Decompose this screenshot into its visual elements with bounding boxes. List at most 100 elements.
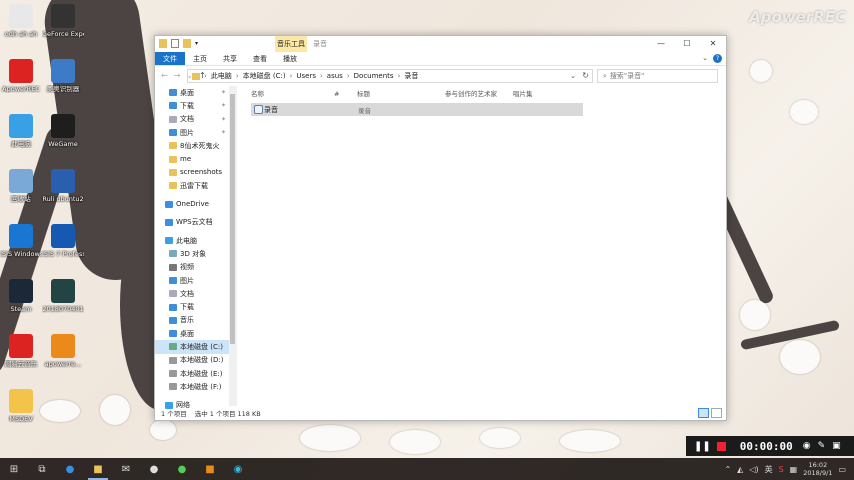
desktop-icon[interactable]: GeForce Experience [42, 4, 84, 38]
sidebar-item[interactable]: 视频 [155, 261, 236, 274]
desktop-icon[interactable]: Steam [0, 279, 42, 313]
sidebar-item[interactable]: 下载 ✦ [155, 99, 236, 112]
desktop-icon[interactable]: ISIS 7 Professional [42, 224, 84, 258]
toolbox-icon[interactable]: ▣ [832, 441, 841, 451]
sidebar-item[interactable]: 本地磁盘 (E:) [155, 367, 236, 380]
column-name[interactable]: 名称 [251, 88, 264, 100]
sidebar-item[interactable]: 音乐 [155, 314, 236, 327]
title-bar[interactable]: ▾ 音乐工具 录音 — ☐ ✕ [155, 36, 726, 52]
sidebar-item[interactable]: 文档 [155, 287, 236, 300]
network-tool-icon[interactable]: ◉ [224, 458, 252, 480]
desktop-icon[interactable]: 奥奥识别器 [42, 59, 84, 93]
column-album[interactable]: 唱片集 [513, 88, 533, 100]
sogou-icon[interactable]: S [779, 465, 784, 474]
column-number[interactable]: # [334, 88, 339, 100]
forward-arrow-icon[interactable]: → [174, 71, 181, 80]
app-icon [51, 224, 75, 248]
search-input[interactable]: ⌕ 搜索"录音" [597, 69, 718, 83]
breadcrumb-recordings[interactable]: 录音 [404, 71, 418, 81]
close-button[interactable]: ✕ [700, 36, 726, 52]
desktop-icon[interactable]: WeGame [42, 114, 84, 148]
large-icons-view-button[interactable] [711, 408, 722, 418]
desktop-icon[interactable]: 此电脑 [0, 114, 42, 148]
tab-view[interactable]: 查看 [245, 52, 275, 65]
breadcrumb-asus[interactable]: asus [327, 72, 343, 80]
volume-icon[interactable]: ◁) [749, 465, 758, 474]
breadcrumb-documents[interactable]: Documents [354, 72, 394, 80]
properties-icon[interactable] [171, 39, 179, 48]
sidebar-item[interactable]: 迅雷下载 [155, 179, 236, 192]
breadcrumb-this-pc[interactable]: 此电脑 [211, 71, 232, 81]
tab-file[interactable]: 文件 [155, 52, 185, 65]
sidebar-item[interactable]: 图片 ✦ [155, 126, 236, 139]
back-arrow-icon[interactable]: ← [161, 71, 168, 80]
desktop-icon[interactable]: Ruli ubuntu2 [42, 169, 84, 203]
sidebar-item[interactable]: 本地磁盘 (C:) [155, 340, 236, 354]
wechat-icon[interactable]: ● [168, 458, 196, 480]
tab-home[interactable]: 主页 [185, 52, 215, 65]
expand-ribbon-icon[interactable]: ⌄ [702, 54, 708, 63]
sidebar-item[interactable]: WPS云文档 [155, 216, 236, 229]
network-icon[interactable]: ◭ [737, 465, 743, 474]
task-view-icon[interactable]: ⧉ [28, 458, 56, 480]
maximize-button[interactable]: ☐ [674, 36, 700, 52]
edit-icon[interactable]: ✎ [818, 441, 826, 451]
sidebar-item[interactable]: 桌面 [155, 327, 236, 340]
chevron-down-icon[interactable]: ▾ [195, 39, 203, 48]
security-icon[interactable]: ▦ [790, 465, 798, 474]
new-folder-icon[interactable] [183, 39, 191, 48]
desktop-icon[interactable]: ISIS Windows... [0, 224, 42, 258]
sidebar-item[interactable]: OneDrive [155, 197, 236, 210]
column-artist[interactable]: 参与创作的艺术家 [445, 88, 497, 100]
sidebar-item[interactable]: 本地磁盘 (F:) [155, 380, 236, 393]
sidebar-item[interactable]: 8仙术死鬼火 [155, 139, 236, 152]
edge-browser-icon[interactable]: ● [56, 458, 84, 480]
breadcrumb-users[interactable]: Users [296, 72, 316, 80]
chevron-up-icon[interactable]: ⌃ [724, 465, 731, 474]
apowerrec-taskbar-icon[interactable]: ■ [196, 458, 224, 480]
list-item[interactable]: 录音 录音 [251, 103, 583, 116]
details-view-button[interactable] [698, 408, 709, 418]
qq-icon[interactable]: ● [140, 458, 168, 480]
camera-icon[interactable]: ◉ [803, 441, 811, 451]
sidebar-item[interactable]: 文档 ✦ [155, 113, 236, 126]
desktop-icon[interactable]: 2018070401 [42, 279, 84, 313]
breadcrumb-c-drive[interactable]: 本地磁盘 (C:) [243, 71, 286, 81]
sidebar-item[interactable]: 下载 [155, 300, 236, 313]
start-button[interactable]: ⊞ [0, 458, 28, 480]
ime-icon[interactable]: 英 [765, 464, 773, 475]
pause-button[interactable]: ❚❚ [694, 441, 711, 452]
desktop-icon[interactable]: 网易云音乐 [0, 334, 42, 368]
sidebar-item[interactable]: 桌面 ✦ [155, 86, 236, 99]
tab-share[interactable]: 共享 [215, 52, 245, 65]
desktop-icon[interactable]: MSDEV [0, 389, 42, 423]
file-list[interactable]: 名称 # 标题 参与创作的艺术家 唱片集 录音 录音 [237, 86, 726, 406]
notifications-icon[interactable]: ▭ [838, 465, 846, 474]
address-bar[interactable]: › 此电脑 › 本地磁盘 (C:) › Users › asus › Docum… [187, 69, 593, 83]
address-dropdown-icon[interactable]: ⌄ [570, 72, 576, 80]
stop-button[interactable] [716, 441, 726, 451]
clock[interactable]: 16:02 2018/9/1 [803, 461, 832, 477]
sidebar-item[interactable]: 本地磁盘 (D:) [155, 354, 236, 367]
tab-play[interactable]: 播放 [275, 52, 305, 65]
desktop-icon[interactable]: ApowerREC [0, 59, 42, 93]
refresh-icon[interactable]: ↻ [582, 71, 589, 80]
navigation-scrollbar[interactable] [229, 86, 236, 406]
file-explorer-window[interactable]: ▾ 音乐工具 录音 — ☐ ✕ 文件 主页 共享 查看 播放 ⌄ ? ← → ⌄… [154, 35, 727, 421]
sidebar-item[interactable]: screenshots [155, 166, 236, 179]
sidebar-item[interactable]: 此电脑 [155, 234, 236, 247]
music-tools-context-tab[interactable]: 音乐工具 [275, 36, 307, 52]
mail-icon[interactable]: ✉ [112, 458, 140, 480]
column-title[interactable]: 标题 [357, 88, 370, 100]
sidebar-item[interactable]: 3D 对象 [155, 247, 236, 260]
file-explorer-icon[interactable]: ■ [84, 458, 112, 480]
help-icon[interactable]: ? [713, 54, 722, 63]
desktop-icon[interactable]: apowerre... [42, 334, 84, 368]
desktop-icon[interactable]: odh ah ah [0, 4, 42, 38]
navigation-pane[interactable]: 桌面 ✦ 下载 ✦ 文档 ✦ 图片 ✦ 8仙术死鬼火 me screenshots 迅雷下载 OneDr… [155, 86, 237, 409]
minimize-button[interactable]: — [648, 36, 674, 52]
sidebar-item[interactable]: 图片 [155, 274, 236, 287]
sidebar-item-label: 图片 [180, 276, 194, 285]
sidebar-item[interactable]: me [155, 152, 236, 165]
desktop-icon[interactable]: 回收站 [0, 169, 42, 203]
